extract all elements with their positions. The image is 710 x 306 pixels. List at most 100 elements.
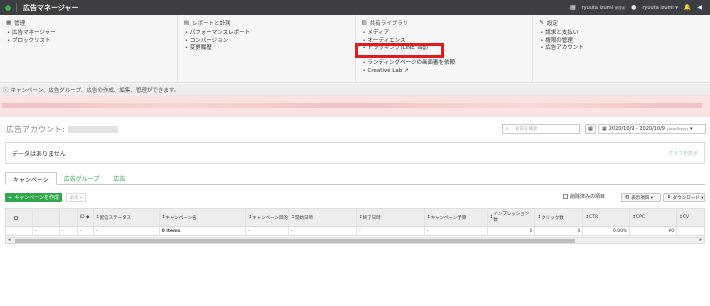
menu-item-conversion[interactable]: コンバージョン xyxy=(185,38,349,46)
header-start[interactable]: ↕ 開始日時 xyxy=(289,209,358,226)
header-clicks[interactable]: ↕ クリック数 xyxy=(535,209,584,226)
bell-icon[interactable]: 🔔 xyxy=(684,4,691,11)
header-col-2 xyxy=(60,209,78,226)
menu-item-billing[interactable]: 請求と支払い xyxy=(540,30,704,38)
menu-heading-library: ▥ 共有ライブラリ xyxy=(361,20,409,27)
cell: - xyxy=(78,227,94,235)
scrollbar-thumb[interactable] xyxy=(15,239,575,243)
tab-ad[interactable]: 広告 xyxy=(106,172,132,184)
header-cpc[interactable]: ↕ CPC xyxy=(630,209,678,226)
menu-item-ad-manager[interactable]: 広告マネージャー xyxy=(7,30,171,38)
menu-item-permissions[interactable]: 権限の管理 xyxy=(540,38,704,46)
header-end[interactable]: ↕ 終了日時 xyxy=(357,209,425,226)
cell: - xyxy=(33,227,60,235)
cell: - xyxy=(425,227,488,235)
cell: - xyxy=(357,227,425,235)
cell-impressions: 0 xyxy=(488,227,536,235)
table-header: ID ◆ ↕ 配信ステータス ↕ キャンペーン名 ↕ キャンペーン目的 ↕ 開始… xyxy=(5,208,705,227)
info-icon: ⓘ xyxy=(3,87,9,94)
header-objective[interactable]: ↕ キャンペーン目的 xyxy=(246,209,290,226)
scroll-left-icon[interactable]: ◂ xyxy=(8,237,11,243)
calendar-icon[interactable]: ▦ xyxy=(585,124,596,134)
megaphone-icon[interactable]: ◀ xyxy=(697,4,702,11)
redacted-account-name xyxy=(67,126,118,133)
menu-item-blocklist[interactable]: ブロックリスト xyxy=(7,38,171,46)
columns-button[interactable]: ▥ 表示項目 ▾ xyxy=(621,193,661,202)
menu-item-landing-page-review[interactable]: ランディングページの画面審を依頼 xyxy=(363,60,527,68)
table-row: - - - - 0 items - - - - 0 0 0.00% ¥0 xyxy=(5,227,705,236)
alert-bar xyxy=(0,95,710,117)
cell: - xyxy=(94,227,160,235)
account-icon: ▦ xyxy=(569,4,576,11)
plus-icon: + xyxy=(8,194,13,201)
cell-ctr: 0.00% xyxy=(583,227,631,235)
header-col-1 xyxy=(33,209,60,226)
library-icon: ▥ xyxy=(361,20,367,26)
date-range-picker[interactable]: ▦ 2020/10/9 - 2020/10/9 (Asia/Tokyo) ▾ xyxy=(598,124,706,134)
wrench-icon: ✎ xyxy=(539,20,544,26)
menu-item-creative-lab[interactable]: Creative Lab ↗ xyxy=(363,67,527,76)
campaign-table: ID ◆ ↕ 配信ステータス ↕ キャンペーン名 ↕ キャンペーン目的 ↕ 開始… xyxy=(5,208,705,236)
menu-heading-reports: ▤ レポートと計測 xyxy=(183,20,231,27)
header-select-all[interactable] xyxy=(6,209,33,226)
search-icon: ⌕ xyxy=(506,126,509,132)
menu-item-performance-report[interactable]: パフォーマンスレポート xyxy=(185,30,349,38)
top-bar: ● 広告マネージャー ▦ ryuuta izumi 管理者 ● ryuuta i… xyxy=(0,0,710,15)
download-button[interactable]: ⬇ ダウンロード ▾ xyxy=(663,193,705,202)
external-link-icon: ↗ xyxy=(403,67,409,74)
user-icon: ● xyxy=(631,4,637,11)
cell-cpc: ¥0 xyxy=(630,227,678,235)
tab-campaign[interactable]: キャンペーン xyxy=(5,172,57,185)
tabs: キャンペーン 広告グループ 広告 xyxy=(5,172,705,185)
menu-col-settings: ✎設定 請求と支払い 権限の管理 広告アカウント xyxy=(533,15,710,82)
line-logo-icon[interactable]: ● xyxy=(0,0,16,15)
cell-clicks: 0 xyxy=(535,227,584,235)
calendar-small-icon: ▦ xyxy=(602,126,607,132)
topbar-divider xyxy=(16,3,17,12)
horizontal-scrollbar[interactable]: ◂ ▸ xyxy=(5,237,705,244)
cell-cv xyxy=(677,227,704,235)
show-deleted-checkbox[interactable]: 削除済みの項目 xyxy=(563,193,605,200)
create-campaign-button[interactable]: + キャンペーンを作成 xyxy=(5,193,62,202)
select-all-checkbox[interactable] xyxy=(14,215,18,220)
download-icon: ⬇ xyxy=(667,195,671,200)
info-bar: ⓘ キャンペーン、広告グループ、広告の作成、編集、管理ができます。 xyxy=(0,84,710,95)
tab-ad-group[interactable]: 広告グループ xyxy=(57,172,107,184)
menu-item-change-history[interactable]: 変更履歴 xyxy=(185,45,349,53)
header-status[interactable]: ↕ 配信ステータス xyxy=(94,209,160,226)
no-data-panel: データはありません グラフを表示 xyxy=(5,142,705,164)
cell xyxy=(6,227,33,235)
topbar-right: ▦ ryuuta izumi 管理者 ● ryuuta izumi ▾ 🔔 ◀ xyxy=(570,4,710,11)
highlight-box xyxy=(355,43,444,58)
search-input[interactable]: ⌕ 名前を検索 xyxy=(502,124,580,134)
header-id[interactable]: ID ◆ xyxy=(78,209,94,226)
header-budget[interactable]: ↕ キャンペーン予算 xyxy=(425,209,488,226)
cell-total: 0 items xyxy=(160,227,247,235)
checkbox[interactable] xyxy=(563,194,568,199)
chart-icon: ▤ xyxy=(183,20,189,26)
cell: - xyxy=(60,227,78,235)
show-graph-link[interactable]: グラフを表示 xyxy=(668,150,698,157)
header-cv[interactable]: ↕ CV xyxy=(677,209,704,226)
no-data-message: データはありません xyxy=(12,150,66,158)
redacted-alert xyxy=(2,103,702,108)
cell: - xyxy=(246,227,290,235)
menu-heading-manage: ▦ 管理 xyxy=(6,20,26,27)
account-title: 広告アカウント: xyxy=(6,124,118,135)
cell: - xyxy=(289,227,358,235)
header-campaign-name[interactable]: ↕ キャンペーン名 xyxy=(160,209,247,226)
chevron-down-icon: ▾ xyxy=(690,126,693,132)
menu-item-media[interactable]: メディア xyxy=(363,30,527,38)
edit-button[interactable]: 編集 ▾ xyxy=(66,193,86,202)
menu-heading-settings: ✎ 設定 xyxy=(539,20,558,27)
columns-icon: ▥ xyxy=(625,195,630,200)
menu-item-ad-accounts[interactable]: 広告アカウント xyxy=(540,45,704,53)
info-text: キャンペーン、広告グループ、広告の作成、編集、管理ができます。 xyxy=(10,87,180,94)
account-switcher[interactable]: ryuuta izumi 管理者 xyxy=(582,5,626,11)
user-menu[interactable]: ryuuta izumi ▾ xyxy=(642,5,678,11)
scroll-right-icon[interactable]: ▸ xyxy=(699,237,702,243)
menu-col-manage: ▦管理 広告マネージャー ブロックリスト xyxy=(0,15,178,82)
app-title[interactable]: 広告マネージャー xyxy=(23,3,79,13)
header-ctr[interactable]: ↕ CTR xyxy=(583,209,631,226)
header-impressions[interactable]: ↕ インプレッション数 xyxy=(488,209,536,226)
